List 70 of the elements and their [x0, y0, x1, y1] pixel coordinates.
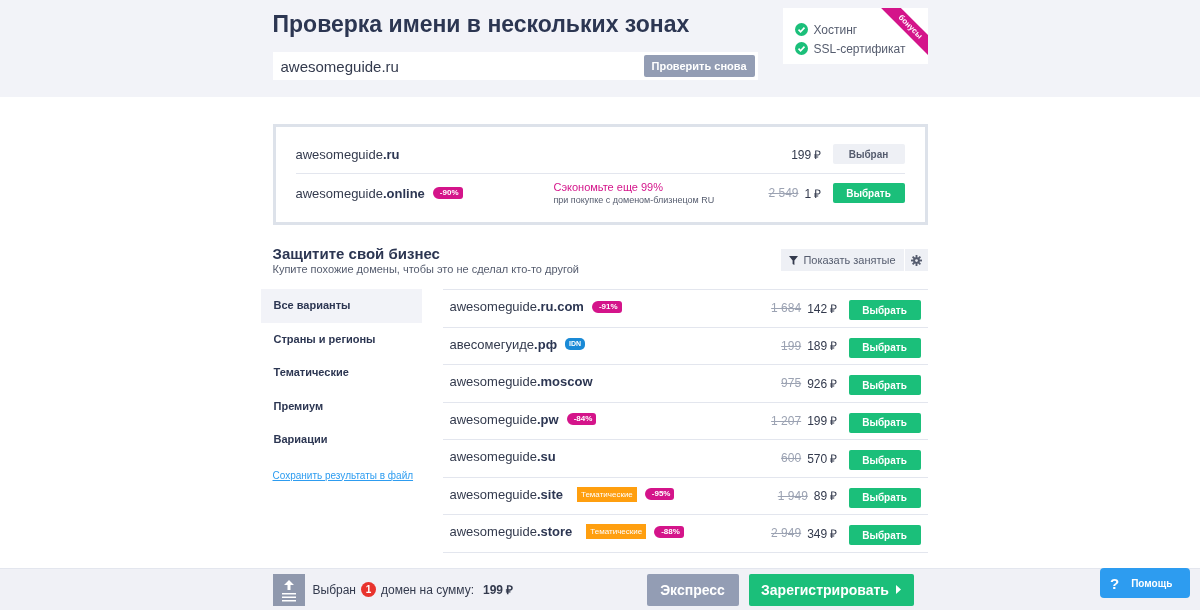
save-results-link[interactable]: Сохранить результаты в файл	[272, 469, 422, 481]
count-badge: 1	[361, 582, 376, 597]
price: 142 ₽	[807, 300, 838, 317]
domain-name: awesomeguide.site	[449, 486, 563, 502]
domain-name: awesomeguide.ru.com	[449, 299, 584, 314]
old-price: 1 207	[771, 413, 802, 428]
price: 189 ₽	[807, 338, 838, 355]
price: 199 ₽	[791, 146, 822, 163]
domain-name: awesomeguide.ru	[295, 146, 400, 162]
sidebar-item[interactable]: Тематические	[260, 356, 422, 390]
domain-name: awesomeguide.moscow	[449, 374, 593, 389]
page-title: Проверка имени в нескольких зонах	[272, 10, 691, 38]
arrow-icon	[895, 585, 901, 594]
sidebar-item[interactable]: Все варианты	[260, 289, 422, 323]
search-field[interactable]: awesomeguide.ru Проверить снова	[272, 52, 758, 80]
old-price: 600	[781, 451, 802, 466]
sidebar-item[interactable]: Вариации	[260, 423, 422, 457]
old-price: 1 949	[777, 488, 808, 503]
old-price: 2 549	[768, 186, 799, 200]
price: 349 ₽	[807, 525, 838, 542]
old-price: 2 949	[771, 526, 802, 541]
category-tag: Тематические	[586, 524, 647, 539]
domain-name: awesomeguide.pw	[449, 411, 559, 427]
select-button[interactable]: Выбрать	[832, 183, 905, 203]
select-button[interactable]: Выбрать	[848, 300, 921, 321]
bonus-label: Хостинг	[813, 22, 858, 37]
select-button[interactable]: Выбрать	[848, 487, 921, 508]
domain-name: авесомегуиде.рф	[449, 336, 558, 352]
settings-button[interactable]	[904, 249, 928, 271]
upload-icon	[272, 573, 305, 606]
total-price: 199 ₽	[483, 582, 514, 598]
domain-name: awesomeguide.store	[449, 524, 573, 539]
settings-icon	[910, 254, 922, 266]
select-button[interactable]: Выбрать	[848, 337, 921, 358]
old-price: 975	[781, 376, 802, 391]
domain-name: awesomeguide.su	[449, 449, 556, 464]
summary-label: домен на сумму:	[381, 582, 474, 597]
domain-name: awesomeguide.online	[295, 185, 425, 201]
discount-tag: -95%	[644, 488, 675, 500]
help-button[interactable]: ? Помощь	[1100, 568, 1190, 598]
check-again-button[interactable]: Проверить снова	[643, 55, 755, 77]
price: 199 ₽	[807, 413, 838, 430]
summary-label: Выбран	[312, 582, 356, 597]
select-button[interactable]: Выбран	[832, 144, 905, 164]
promo-title: Сэкономьте еще 99%	[553, 179, 664, 194]
show-taken-button[interactable]: Показать занятые	[781, 249, 904, 271]
sidebar-item[interactable]: Страны и регионы	[260, 322, 422, 356]
section-title: Защитите свой бизнес	[272, 245, 441, 263]
register-button[interactable]: Зарегистрировать	[748, 573, 914, 606]
price: 1 ₽	[804, 185, 822, 202]
select-button[interactable]: Выбрать	[848, 450, 921, 471]
price: 89 ₽	[813, 488, 838, 505]
category-tag: Тематические	[576, 486, 637, 502]
sidebar-item[interactable]: Премиум	[260, 389, 422, 423]
price: 926 ₽	[807, 375, 838, 392]
discount-tag: -90%	[432, 187, 463, 199]
select-button[interactable]: Выбрать	[848, 525, 921, 546]
express-button[interactable]: Экспресс	[646, 573, 739, 606]
select-button[interactable]: Выбрать	[848, 375, 921, 396]
discount-tag: -84%	[566, 413, 597, 425]
discount-tag: -91%	[591, 300, 622, 313]
select-button[interactable]: Выбрать	[848, 412, 921, 433]
bonus-label: SSL-сертификат	[813, 41, 906, 56]
discount-tag: -88%	[654, 525, 684, 538]
old-price: 1 684	[771, 301, 802, 316]
section-subtitle: Купите похожие домены, чтобы это не сделал кто-то другой	[272, 263, 579, 275]
promo-note: при покупке с доменом-близнецом RU	[553, 193, 716, 207]
old-price: 199	[781, 338, 802, 353]
price: 570 ₽	[807, 450, 838, 467]
filter-icon	[789, 255, 799, 265]
